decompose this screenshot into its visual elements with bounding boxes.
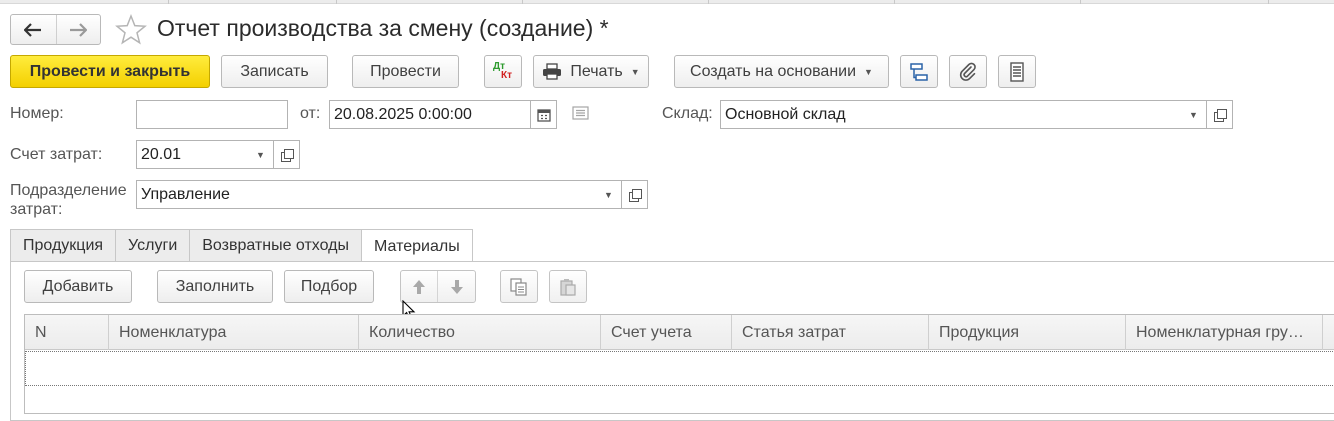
forward-button[interactable] bbox=[55, 15, 101, 44]
number-field[interactable] bbox=[136, 100, 288, 129]
column-header[interactable]: Номенклатурная гру… bbox=[1126, 315, 1323, 350]
post-and-close-button[interactable]: Провести и закрыть bbox=[10, 55, 210, 88]
create-based-on-button[interactable]: Создать на основании ▼ bbox=[674, 55, 889, 88]
department-label: Подразделение затрат: bbox=[10, 181, 127, 219]
department-label-line2: затрат: bbox=[10, 201, 63, 218]
arrow-left-icon bbox=[24, 22, 42, 37]
dt-kt-button[interactable]: Дт Кт bbox=[484, 55, 522, 88]
open-form-icon bbox=[1214, 109, 1227, 122]
tab-services[interactable]: Услуги bbox=[115, 229, 191, 262]
chevron-down-icon: ▼ bbox=[864, 66, 873, 77]
department-field[interactable]: Управление bbox=[136, 180, 597, 209]
printer-icon bbox=[543, 63, 562, 80]
department-open-button[interactable] bbox=[622, 180, 648, 209]
print-label: Печать bbox=[570, 62, 623, 80]
copy-row-button[interactable] bbox=[500, 270, 538, 303]
date-label: от: bbox=[300, 105, 321, 122]
arrow-right-icon bbox=[70, 22, 88, 37]
department-label-line1: Подразделение bbox=[10, 182, 127, 199]
print-button[interactable]: Печать ▼ bbox=[533, 55, 649, 88]
move-buttons bbox=[400, 270, 476, 303]
warehouse-dropdown-icon[interactable]: ▼ bbox=[1181, 100, 1207, 129]
list-menu-icon bbox=[1010, 61, 1024, 82]
structure-button[interactable] bbox=[900, 55, 938, 88]
add-button[interactable]: Добавить bbox=[24, 270, 132, 303]
tab-products[interactable]: Продукция bbox=[10, 229, 117, 262]
column-header[interactable]: Продукция bbox=[929, 315, 1126, 350]
dt-kt-icon: Дт Кт bbox=[490, 61, 516, 83]
column-header[interactable]: N bbox=[25, 315, 109, 350]
star-icon[interactable] bbox=[115, 14, 147, 45]
tab-returnable-waste[interactable]: Возвратные отходы bbox=[189, 229, 363, 262]
open-form-icon bbox=[629, 189, 642, 202]
tab-materials[interactable]: Материалы bbox=[361, 229, 473, 263]
warehouse-open-button[interactable] bbox=[1207, 100, 1233, 129]
calendar-icon bbox=[536, 108, 551, 122]
arrow-down-icon bbox=[450, 279, 463, 294]
copy-icon bbox=[510, 277, 527, 296]
warehouse-field[interactable]: Основной склад bbox=[720, 100, 1182, 129]
hierarchy-icon bbox=[910, 62, 928, 81]
column-header[interactable]: Счет учета bbox=[601, 315, 732, 350]
department-dropdown-icon[interactable]: ▼ bbox=[596, 180, 622, 209]
comment-icon[interactable] bbox=[572, 106, 589, 120]
column-header[interactable]: ( bbox=[1323, 315, 1334, 350]
pick-button[interactable]: Подбор bbox=[284, 270, 374, 303]
history-navigation bbox=[10, 14, 101, 45]
back-button[interactable] bbox=[11, 15, 56, 44]
open-form-icon bbox=[281, 149, 294, 162]
chevron-down-icon: ▼ bbox=[630, 66, 640, 77]
arrow-up-icon bbox=[413, 279, 425, 294]
move-up-button[interactable] bbox=[401, 271, 438, 302]
number-label: Номер: bbox=[10, 105, 64, 122]
materials-table: N Номенклатура Количество Счет учета Ста… bbox=[24, 314, 1334, 414]
date-field[interactable]: 20.08.2025 0:00:00 bbox=[329, 100, 531, 129]
warehouse-label: Склад: bbox=[662, 105, 713, 122]
attachments-button[interactable] bbox=[949, 55, 987, 88]
page-title: Отчет производства за смену (создание) * bbox=[157, 15, 609, 41]
cost-account-field[interactable]: 20.01 bbox=[136, 140, 249, 169]
paperclip-icon bbox=[959, 62, 976, 81]
more-actions-button[interactable] bbox=[998, 55, 1036, 88]
paste-icon bbox=[560, 278, 576, 296]
paste-button[interactable] bbox=[549, 270, 587, 303]
save-button[interactable]: Записать bbox=[221, 55, 328, 88]
move-down-button[interactable] bbox=[438, 271, 475, 302]
column-header[interactable]: Номенклатура bbox=[109, 315, 359, 350]
create-based-label: Создать на основании bbox=[690, 62, 857, 80]
window-top-strip bbox=[0, 0, 1334, 4]
fill-button[interactable]: Заполнить bbox=[157, 270, 273, 303]
column-header[interactable]: Количество bbox=[359, 315, 601, 350]
table-header: N Номенклатура Количество Счет учета Ста… bbox=[25, 315, 1334, 350]
tabs: Продукция Услуги Возвратные отходы Матер… bbox=[10, 229, 473, 263]
post-button[interactable]: Провести bbox=[352, 55, 459, 88]
cost-account-label: Счет затрат: bbox=[10, 146, 103, 163]
kt-label: Кт bbox=[501, 69, 513, 81]
cost-account-open-button[interactable] bbox=[274, 140, 300, 169]
column-header[interactable]: Статья затрат bbox=[732, 315, 929, 350]
calendar-button[interactable] bbox=[530, 100, 557, 129]
cost-account-dropdown-icon[interactable]: ▼ bbox=[248, 140, 274, 169]
table-row[interactable] bbox=[25, 351, 1334, 386]
